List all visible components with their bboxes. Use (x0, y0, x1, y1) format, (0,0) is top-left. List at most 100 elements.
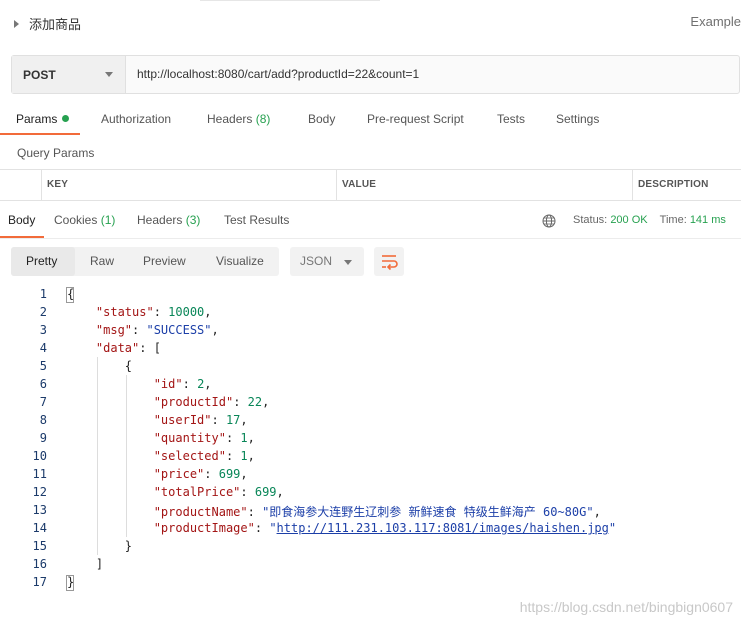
code-line-text: ] (67, 557, 104, 571)
response-tab-test-results-label: Test Results (224, 213, 290, 227)
examples-link[interactable]: Example (690, 14, 741, 29)
line-number: 9 (39, 431, 47, 445)
code-line: 14 "productImage": "http://111.231.103.1… (0, 521, 741, 539)
wrap-lines-icon (382, 255, 398, 271)
tab-pre-request-script-label: Pre-request Script (367, 112, 464, 126)
response-tab-cookies[interactable]: Cookies (1) (54, 213, 115, 227)
code-line: 15 } (0, 539, 741, 557)
request-tabs: Params Authorization Headers (8) Body Pr… (0, 104, 741, 136)
code-line-text: } (67, 575, 75, 589)
line-number: 14 (32, 521, 47, 535)
query-params-table: KEY VALUE DESCRIPTION (0, 169, 741, 201)
url-bar: POST http://localhost:8080/cart/add?prod… (11, 55, 740, 94)
code-line-text: "productId": 22, (153, 395, 270, 409)
code-line-text: } (67, 539, 133, 553)
response-tab-headers-count: (3) (185, 213, 201, 227)
response-tabs: Body Cookies (1) Headers (3) Test Result… (0, 204, 741, 239)
top-divider (200, 0, 380, 1)
code-line: 11 "price": 699, (0, 467, 741, 485)
view-raw-button[interactable]: Raw (90, 254, 114, 268)
code-line-text: "productImage": "http://111.231.103.117:… (153, 521, 617, 535)
response-tab-body-label: Body (8, 213, 36, 227)
top-bar: 添加商品 Example (0, 0, 741, 44)
response-tab-test-results[interactable]: Test Results (224, 213, 289, 227)
response-tab-body[interactable]: Body (8, 213, 35, 227)
code-line-text: "data": [ (95, 341, 161, 355)
response-tab-cookies-count: (1) (100, 213, 116, 227)
view-pretty-button[interactable]: Pretty (26, 254, 57, 268)
line-number: 5 (39, 359, 47, 373)
tab-authorization-label: Authorization (101, 112, 172, 126)
code-line-text: "userId": 17, (153, 413, 248, 427)
column-divider (336, 170, 337, 200)
response-body-code[interactable]: 1{2 "status": 10000, 3 "msg": "SUCCESS", 4… (0, 285, 741, 595)
watermark: https://blog.csdn.net/bingbign0607 (519, 599, 733, 615)
line-number: 1 (39, 287, 47, 301)
code-line-text: { (67, 359, 133, 373)
code-line: 4 "data": [ (0, 341, 741, 359)
params-active-dot-icon (62, 115, 70, 123)
code-line-text: { (67, 287, 75, 301)
time-label: Time: (659, 214, 687, 226)
request-title[interactable]: 添加商品 (14, 14, 81, 33)
code-line: 10 "selected": 1, (0, 449, 741, 467)
line-number: 10 (32, 449, 47, 463)
code-line: 2 "status": 10000, (0, 305, 741, 323)
url-input[interactable]: http://localhost:8080/cart/add?productId… (137, 67, 419, 81)
time-value[interactable]: 141 ms (690, 214, 726, 226)
response-status: Status: 200 OK Time: 141 ms (573, 214, 726, 226)
code-line: 12 "totalPrice": 699, (0, 485, 741, 503)
column-key: KEY (47, 179, 69, 190)
method-select[interactable]: POST (12, 56, 126, 93)
wrap-lines-button[interactable] (374, 247, 404, 276)
code-line-text: "productName": "即食海参大连野生辽刺参 新鲜速食 特级生鲜海产 … (153, 505, 601, 519)
request-title-text: 添加商品 (29, 17, 82, 32)
response-tab-cookies-label: Cookies (54, 213, 98, 227)
line-number: 13 (32, 503, 47, 517)
format-label: JSON (300, 254, 333, 268)
view-mode-bar: Pretty Raw Preview Visualize (11, 247, 279, 276)
code-line: 5 { (0, 359, 741, 377)
method-label: POST (23, 67, 56, 82)
chevron-down-icon (344, 260, 352, 265)
line-number: 7 (39, 395, 47, 409)
line-number: 4 (39, 341, 47, 355)
view-preview-button[interactable]: Preview (143, 254, 186, 268)
column-value: VALUE (342, 179, 377, 190)
code-line: 9 "quantity": 1, (0, 431, 741, 449)
code-line: 1{ (0, 287, 741, 305)
line-number: 16 (32, 557, 47, 571)
globe-icon[interactable] (542, 214, 556, 228)
code-line: 8 "userId": 17, (0, 413, 741, 431)
line-number: 12 (32, 485, 47, 499)
tab-tests[interactable]: Tests (497, 112, 525, 126)
tab-tests-label: Tests (497, 112, 526, 126)
code-line-text: "selected": 1, (153, 449, 255, 463)
line-number: 6 (39, 377, 47, 391)
code-line-text: "status": 10000, (95, 305, 212, 319)
line-number: 8 (39, 413, 47, 427)
code-line: 16 ] (0, 557, 741, 575)
tab-authorization[interactable]: Authorization (101, 112, 171, 126)
view-visualize-button[interactable]: Visualize (216, 254, 264, 268)
tab-pre-request-script[interactable]: Pre-request Script (367, 112, 464, 126)
code-line-text: "price": 699, (153, 467, 248, 481)
status-value[interactable]: 200 OK (610, 214, 647, 226)
tab-settings-label: Settings (556, 112, 600, 126)
tab-settings[interactable]: Settings (556, 112, 599, 126)
expand-triangle-icon[interactable] (14, 19, 19, 28)
response-tab-headers[interactable]: Headers (3) (137, 213, 200, 227)
tab-headers[interactable]: Headers (8) (207, 112, 270, 126)
active-tab-underline (0, 133, 80, 135)
code-line: 3 "msg": "SUCCESS", (0, 323, 741, 341)
response-tab-headers-label: Headers (137, 213, 183, 227)
format-select[interactable]: JSON (290, 247, 364, 276)
tab-params[interactable]: Params (16, 112, 70, 126)
code-line: 17} (0, 575, 741, 593)
code-line: 13 "productName": "即食海参大连野生辽刺参 新鲜速食 特级生鲜… (0, 503, 741, 521)
code-line-text: "msg": "SUCCESS", (95, 323, 219, 337)
response-active-tab-underline (0, 236, 44, 238)
tab-body[interactable]: Body (308, 112, 335, 126)
line-number: 11 (32, 467, 47, 481)
chevron-down-icon (105, 72, 113, 77)
